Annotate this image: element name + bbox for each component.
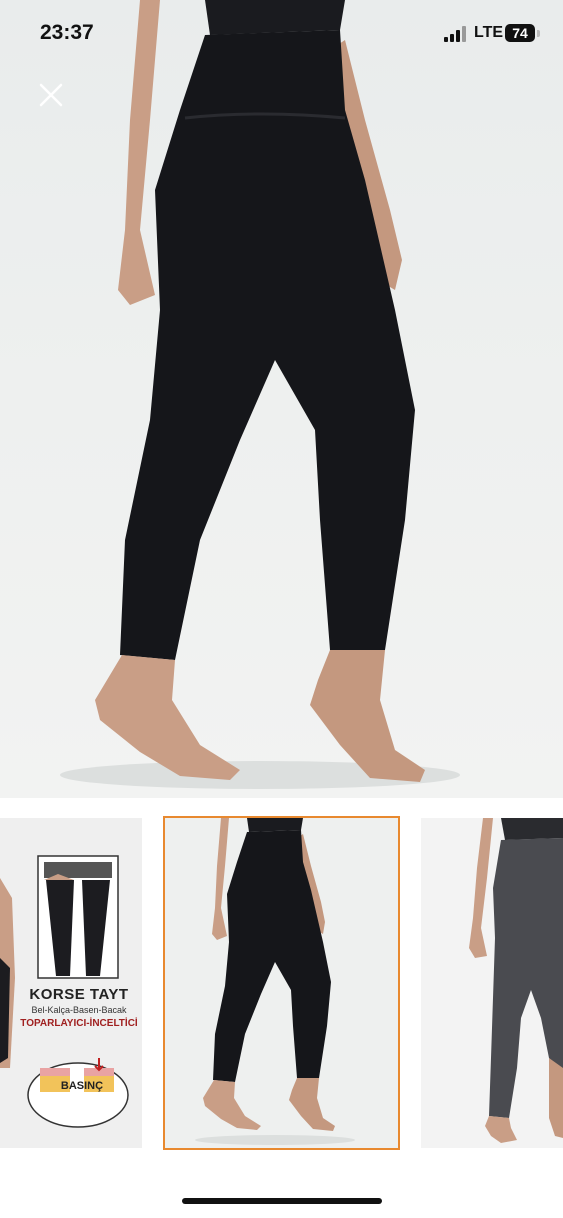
thumbnail-item-selected[interactable]	[163, 816, 400, 1150]
thumbnail-item[interactable]: KORSE TAYT Bel-Kalça-Basen-Bacak TOPARLA…	[0, 818, 142, 1148]
status-bar: 23:37 LTE 74	[0, 0, 563, 62]
product-hero-image[interactable]	[0, 0, 563, 798]
home-indicator[interactable]	[182, 1198, 382, 1204]
legging-model-thumbnail	[165, 818, 398, 1148]
korse-tayt-graphic	[0, 818, 142, 1148]
thumbnail-item[interactable]	[421, 818, 563, 1148]
thumbnail-title: KORSE TAYT	[29, 986, 129, 1003]
battery-level: 74	[512, 25, 528, 41]
close-icon	[39, 83, 63, 107]
battery-tip	[537, 30, 540, 37]
legging-model-illustration	[60, 0, 460, 789]
status-time: 23:37	[40, 21, 94, 44]
close-button[interactable]	[36, 80, 66, 110]
thumbnail-strip[interactable]: KORSE TAYT Bel-Kalça-Basen-Bacak TOPARLA…	[0, 798, 563, 1168]
thumbnail-tagline: TOPARLAYICI-İNCELTİCİ	[20, 1018, 138, 1029]
cellular-signal-icon	[444, 26, 466, 42]
battery-icon: 74	[505, 24, 535, 42]
thumbnail-subtitle: Bel-Kalça-Basen-Bacak	[31, 1005, 127, 1015]
pressure-label: BASINÇ	[60, 1080, 104, 1092]
grey-legging-thumbnail	[421, 818, 563, 1148]
network-type-label: LTE	[474, 24, 504, 41]
